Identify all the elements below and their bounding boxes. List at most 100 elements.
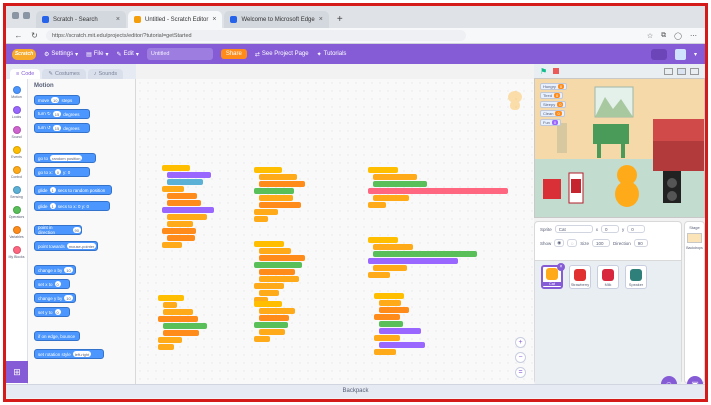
browser-tab-search[interactable]: Scratch - Search × — [36, 11, 126, 28]
code-block[interactable] — [167, 214, 207, 220]
more-icon[interactable]: ⋯ — [690, 32, 697, 40]
code-block[interactable] — [259, 195, 293, 201]
block-input[interactable]: mouse-pointer — [66, 243, 97, 249]
code-block[interactable] — [259, 329, 285, 335]
palette-block[interactable]: turn ↻ 15 degrees — [34, 109, 90, 119]
block-input[interactable]: left-right — [72, 351, 92, 357]
tab-sounds[interactable]: ♪ Sounds — [87, 69, 124, 79]
code-block[interactable] — [374, 293, 404, 299]
share-button[interactable]: Share — [220, 49, 247, 59]
palette-block[interactable]: go to x: 0 y: 0 — [34, 167, 90, 177]
code-block[interactable] — [162, 186, 184, 192]
add-extension-button[interactable]: ⊞ — [6, 361, 28, 383]
code-block[interactable] — [373, 195, 409, 201]
code-block[interactable] — [254, 262, 302, 268]
stop-icon[interactable] — [553, 68, 560, 74]
code-block[interactable] — [254, 188, 294, 194]
code-block[interactable] — [162, 242, 182, 248]
code-block[interactable] — [167, 200, 201, 206]
scratch-logo[interactable]: Scratch — [12, 48, 36, 60]
code-script[interactable] — [374, 293, 425, 355]
palette-block[interactable]: set rotation style left-right — [34, 349, 104, 359]
x-field[interactable]: 0 — [601, 225, 620, 233]
code-block[interactable] — [259, 255, 305, 261]
code-block[interactable] — [374, 335, 400, 341]
code-block[interactable] — [368, 258, 458, 264]
profile-icon[interactable]: ◯ — [674, 32, 682, 40]
variable-monitor[interactable]: Sleepy 0 — [540, 101, 567, 108]
code-block[interactable] — [163, 323, 207, 329]
block-input[interactable]: 0 — [54, 281, 61, 287]
variable-monitor[interactable]: Clean 0 — [540, 110, 565, 117]
block-input[interactable]: 15 — [52, 125, 62, 131]
code-block[interactable] — [163, 302, 177, 308]
file-menu[interactable]: ▤ File ▾ — [86, 51, 108, 58]
variable-monitor[interactable]: Tired 0 — [540, 92, 564, 99]
category-motion[interactable]: Motion — [6, 86, 27, 99]
code-block[interactable] — [368, 188, 508, 194]
project-title-input[interactable]: Untitled — [146, 48, 213, 60]
palette-block[interactable]: change x by 10 — [34, 265, 76, 275]
code-block[interactable] — [259, 315, 289, 321]
y-field[interactable]: 0 — [627, 225, 646, 233]
block-input[interactable]: 10 — [64, 267, 73, 273]
large-stage-icon[interactable] — [677, 67, 686, 75]
code-block[interactable] — [373, 244, 413, 250]
code-block[interactable] — [379, 300, 401, 306]
code-block[interactable] — [167, 193, 197, 199]
code-block[interactable] — [259, 174, 297, 180]
new-tab-button[interactable]: + — [331, 14, 349, 28]
code-block[interactable] — [254, 167, 282, 173]
code-block[interactable] — [373, 265, 407, 271]
reload-icon[interactable]: ↻ — [30, 31, 39, 40]
palette-block[interactable]: go to random position — [34, 153, 96, 163]
show-hidden-toggle[interactable]: ◌ — [567, 239, 578, 247]
code-block[interactable] — [167, 179, 203, 185]
code-block[interactable] — [259, 181, 305, 187]
fullscreen-icon[interactable] — [690, 67, 699, 75]
code-block[interactable] — [374, 349, 396, 355]
code-script[interactable] — [162, 165, 214, 248]
stage-target-pane[interactable]: Stage Backdrops — [684, 221, 705, 384]
edit-menu[interactable]: ✎ Edit ▾ — [116, 51, 138, 58]
code-block[interactable] — [259, 308, 295, 314]
category-events[interactable]: Events — [6, 146, 27, 159]
code-block[interactable] — [368, 202, 386, 208]
sprite-tile-milk[interactable]: Milk — [597, 265, 619, 289]
small-stage-icon[interactable] — [664, 67, 673, 75]
code-block[interactable] — [374, 314, 400, 320]
tab-costumes[interactable]: ✎ Costumes — [42, 69, 86, 79]
block-input[interactable]: 1 — [49, 187, 56, 193]
palette-block[interactable]: if on edge, bounce — [34, 331, 80, 341]
code-block[interactable] — [379, 342, 425, 348]
category-sound[interactable]: Sound — [6, 126, 27, 139]
code-block[interactable] — [167, 221, 193, 227]
browser-tab-edge[interactable]: Welcome to Microsoft Edge × — [224, 11, 329, 28]
backpack-bar[interactable]: Backpack — [6, 384, 705, 398]
extensions-icon[interactable]: ⧉ — [661, 32, 666, 40]
size-field[interactable]: 100 — [592, 239, 611, 247]
palette-block[interactable]: point in direction 90 — [34, 225, 82, 235]
code-block[interactable] — [163, 330, 199, 336]
code-script[interactable] — [368, 237, 477, 278]
code-block[interactable] — [373, 251, 477, 257]
code-block[interactable] — [254, 322, 288, 328]
direction-field[interactable]: 90 — [633, 239, 648, 247]
close-tab-icon[interactable]: × — [319, 16, 323, 23]
stage-canvas[interactable]: Hungry 0 Tired 0 Sleepy 0 Clean 0 Fun 0 — [534, 78, 705, 218]
code-block[interactable] — [158, 295, 184, 301]
code-block[interactable] — [259, 202, 301, 208]
palette-block[interactable]: glide 1 secs to x: 0 y: 0 — [34, 201, 110, 211]
category-operators[interactable]: Operators — [6, 206, 27, 219]
code-block[interactable] — [368, 237, 398, 243]
code-block[interactable] — [259, 276, 299, 282]
code-block[interactable] — [162, 228, 196, 234]
code-block[interactable] — [259, 248, 291, 254]
code-block[interactable] — [254, 216, 268, 222]
palette-block[interactable]: set y to 0 — [34, 307, 70, 317]
code-script[interactable] — [254, 301, 295, 342]
code-script[interactable] — [158, 295, 207, 350]
code-workspace[interactable]: + − = — [136, 79, 534, 384]
sprite-name-field[interactable]: Cat — [554, 225, 593, 233]
variable-monitor[interactable]: Hungry 0 — [540, 83, 568, 90]
